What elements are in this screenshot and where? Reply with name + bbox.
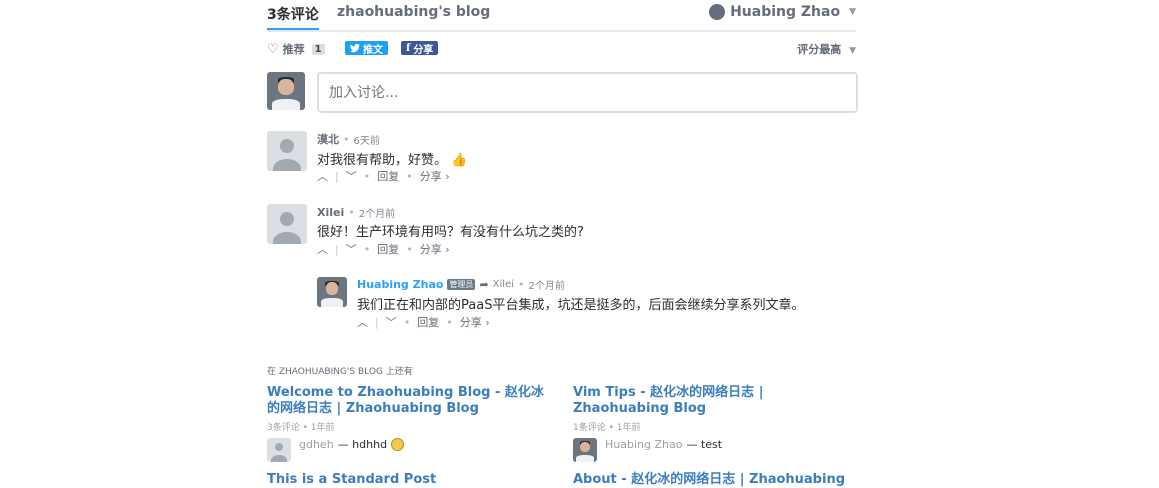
comment-author[interactable]: Huabing Zhao — [357, 278, 443, 291]
heart-icon: ♡ — [267, 41, 279, 57]
excerpt-text: — hdhhd — [337, 438, 388, 451]
user-name: Huabing Zhao — [730, 4, 841, 20]
excerpt-author[interactable]: Huabing Zhao — [605, 438, 682, 451]
sort-dropdown[interactable]: 评分最高 ▼ — [797, 41, 856, 57]
tweet-label: 推文 — [363, 44, 383, 56]
recommendation-meta: 3条评论 • 1年前 — [267, 423, 335, 433]
chevron-down-icon: ▼ — [849, 46, 856, 56]
upvote-icon[interactable]: ︿ — [357, 314, 368, 330]
share-button[interactable]: 分享 › — [420, 241, 450, 257]
twitter-icon — [350, 43, 360, 52]
reply-button[interactable]: 回复 — [417, 314, 439, 330]
downvote-icon[interactable]: ﹀ — [386, 314, 397, 330]
comment-body: 我们正在和内部的PaaS平台集成，坑还是挺多的，后面会继续分享系列文章。 — [357, 298, 805, 313]
facebook-share-label: 分享 — [413, 44, 434, 56]
downvote-icon[interactable]: ﹀ — [346, 168, 357, 184]
comment-text: 对我很有帮助，好赞。 — [317, 153, 448, 168]
comment-body: 对我很有帮助，好赞。 👍 — [317, 149, 467, 168]
comment-time[interactable]: 6天前 — [354, 132, 380, 147]
comment-time[interactable]: 2个月前 — [529, 277, 565, 292]
avatar[interactable] — [267, 72, 305, 110]
comment-time[interactable]: 2个月前 — [359, 205, 395, 220]
tab-community[interactable]: zhaohuabing's blog — [337, 4, 490, 20]
comment-body: 很好！生产环境有用吗？有没有什么坑之类的? — [317, 225, 584, 240]
chevron-down-icon: ▼ — [849, 7, 856, 17]
facebook-share-button[interactable]: f 分享 — [401, 41, 439, 56]
thumbs-up-icon: 👍 — [451, 153, 468, 168]
user-icon — [709, 4, 726, 20]
comment-footer: ︿ | ﹀ • 回复 • 分享 › — [317, 168, 450, 184]
recommendation-link[interactable]: Welcome to Zhaohuabing Blog - 赵化冰的网络日志 |… — [267, 385, 547, 417]
comment-author[interactable]: 漠北 — [317, 131, 339, 147]
thread-actions: ♡ 推荐 1 推文 f 分享 评分最高 ▼ — [267, 32, 856, 64]
reply-button[interactable]: 回复 — [377, 241, 399, 257]
comment-footer: ︿ | ﹀ • 回复 • 分享 › — [317, 241, 450, 257]
excerpt-text: — test — [686, 438, 723, 451]
recommend-button[interactable]: ♡ 推荐 1 — [267, 41, 325, 57]
avatar[interactable] — [317, 277, 347, 307]
thread-nav: 3条评论 zhaohuabing's blog Huabing Zhao ▼ — [267, 0, 856, 32]
sort-label: 评分最高 — [797, 43, 842, 56]
recommendations-heading: 在 ZHAOHUABING'S BLOG 上还有 — [267, 367, 413, 377]
comment-composer[interactable] — [317, 72, 858, 113]
comment-footer: ︿ | ﹀ • 回复 • 分享 › — [357, 314, 490, 330]
share-button[interactable]: 分享 › — [420, 168, 450, 184]
reply-to[interactable]: Xilei — [493, 279, 514, 290]
moderator-badge: 管理员 — [447, 279, 476, 290]
recommendation-excerpt: Huabing Zhao — test — [605, 438, 722, 451]
upvote-icon[interactable]: ︿ — [317, 241, 328, 257]
downvote-icon[interactable]: ﹀ — [346, 241, 357, 257]
recommendation-excerpt: gdheh — hdhhd — [299, 438, 405, 451]
avatar[interactable] — [267, 204, 307, 244]
recommend-label: 推荐 — [282, 43, 305, 56]
comment-header: Huabing Zhao 管理员 ➦ Xilei • 2个月前 — [357, 277, 565, 292]
tweet-button[interactable]: 推文 — [345, 41, 388, 56]
disqus-thread: 3条评论 zhaohuabing's blog Huabing Zhao ▼ ♡… — [267, 0, 858, 487]
comment-header: Xilei • 2个月前 — [317, 205, 396, 220]
excerpt-author[interactable]: gdheh — [299, 438, 334, 451]
share-button[interactable]: 分享 › — [460, 314, 490, 330]
reply-button[interactable]: 回复 — [377, 168, 399, 184]
comment-author[interactable]: Xilei — [317, 206, 344, 219]
comment-header: 漠北 • 6天前 — [317, 131, 380, 147]
recommend-count: 1 — [311, 43, 325, 55]
avatar[interactable] — [573, 438, 597, 462]
facebook-icon: f — [406, 42, 411, 54]
avatar[interactable] — [267, 131, 307, 171]
recommendation-link[interactable]: Vim Tips - 赵化冰的网络日志 | Zhaohuabing Blog — [573, 385, 853, 417]
user-menu[interactable]: Huabing Zhao ▼ — [709, 4, 856, 20]
comment-input[interactable] — [319, 74, 856, 111]
avatar[interactable] — [267, 438, 291, 462]
grimace-emoji-icon — [391, 438, 405, 451]
tab-comments[interactable]: 3条评论 — [267, 4, 319, 30]
reply-arrow-icon: ➦ — [479, 278, 489, 291]
upvote-icon[interactable]: ︿ — [317, 168, 328, 184]
recommendation-meta: 1条评论 • 1年前 — [573, 423, 641, 433]
